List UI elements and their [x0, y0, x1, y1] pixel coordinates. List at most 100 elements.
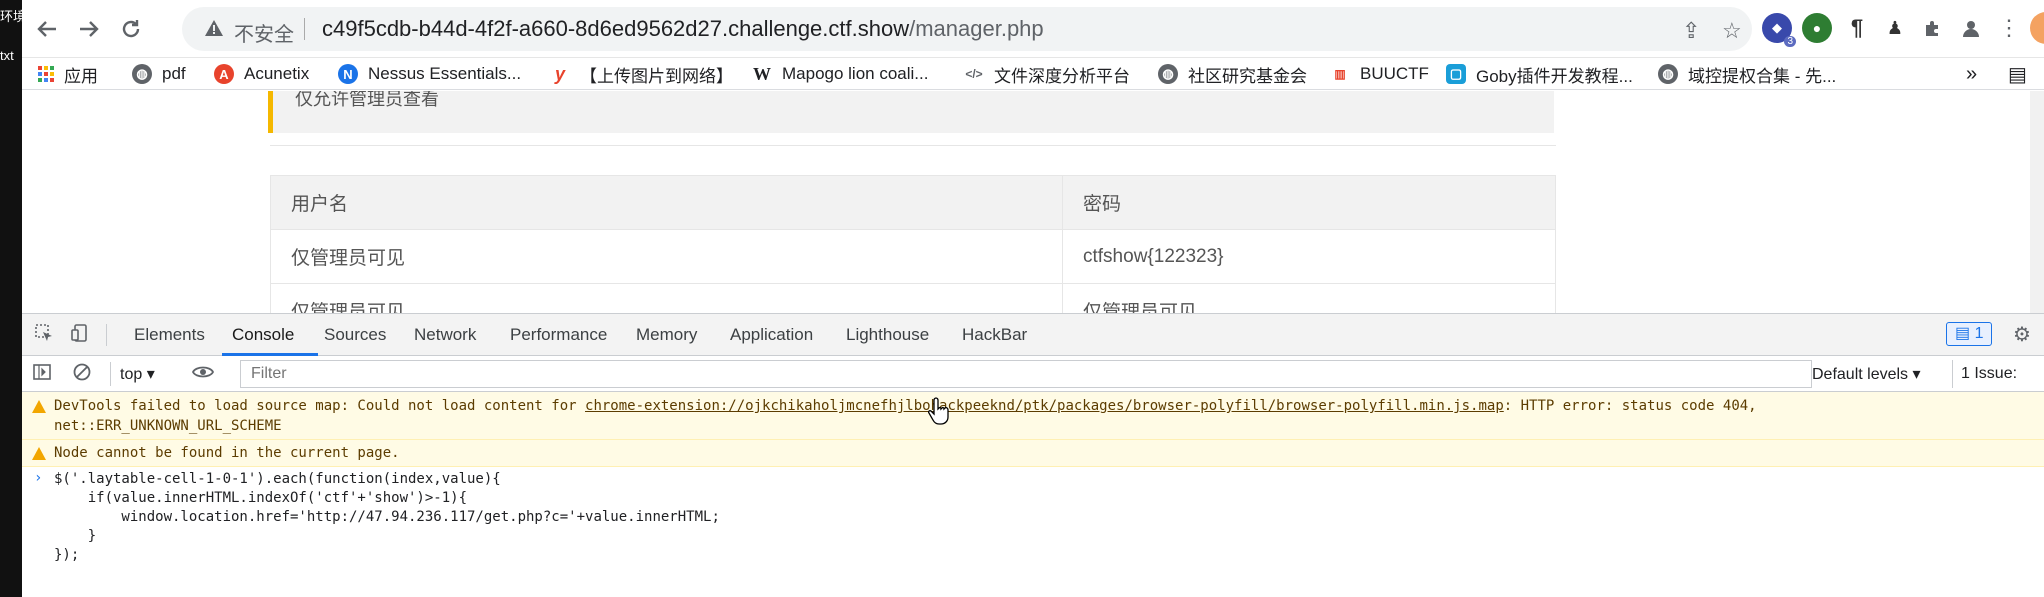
address-bar[interactable]: 不安全 c49f5cdb-b44d-4f2f-a660-8d6ed9562d27… — [182, 7, 1752, 51]
bookmark-item[interactable]: 应用 — [38, 62, 98, 86]
extension-icon[interactable]: ◆ 3 — [1762, 13, 1796, 47]
inspect-element-icon[interactable] — [32, 323, 56, 347]
url-host: c49f5cdb-b44d-4f2f-a660-8d6ed9562d27.cha… — [322, 16, 910, 41]
column-header: 密码 — [1062, 175, 1556, 230]
warning-text: : HTTP error: status code 404, — [1503, 398, 1757, 414]
security-label[interactable]: 不安全 — [234, 18, 294, 47]
share-icon[interactable]: ⇪ — [1682, 18, 1700, 44]
wikipedia-icon: W — [753, 63, 771, 84]
devtools-panel: Elements Console Sources Network Perform… — [22, 313, 2044, 597]
bookmark-item[interactable]: A Acunetix — [214, 62, 309, 86]
bookmark-label: 社区研究基金会 — [1188, 66, 1307, 86]
devtools-tab-bar: Elements Console Sources Network Perform… — [22, 314, 2044, 356]
tab-memory[interactable]: Memory — [636, 325, 697, 345]
page-scrollbar[interactable] — [2030, 91, 2044, 313]
settings-gear-icon[interactable]: ⚙ — [2010, 323, 2034, 347]
warning-text: DevTools failed to load source map: Coul… — [54, 398, 586, 414]
reload-button[interactable] — [114, 12, 148, 46]
notice-box: 仅允许管理员查看 — [268, 91, 1554, 133]
tab-network[interactable]: Network — [414, 325, 476, 345]
bookmark-item[interactable]: ▥ BUUCTF — [1330, 62, 1429, 86]
menu-icon[interactable]: ⋮ — [1994, 13, 2024, 43]
context-selector[interactable]: top ▾ — [120, 364, 155, 384]
clear-console-icon[interactable] — [72, 362, 92, 388]
arrow-right-icon — [80, 21, 99, 37]
reload-icon — [122, 20, 140, 38]
message-icon: ▤ — [1955, 325, 1971, 342]
source-map-link[interactable]: chrome-extension://ojkchikaholjmcnefhjlb… — [585, 398, 1504, 414]
tab-performance[interactable]: Performance — [510, 325, 607, 345]
bookmark-item[interactable]: N Nessus Essentials... — [338, 62, 521, 86]
browser-toolbar: 不安全 c49f5cdb-b44d-4f2f-a660-8d6ed9562d27… — [22, 0, 2044, 58]
bookmark-item[interactable]: y 【上传图片到网络】 — [550, 62, 733, 86]
toolbar-divider — [110, 362, 111, 386]
bookmarks-bar: 应用 ◍ pdf A Acunetix N Nessus Essentials... … — [22, 58, 2044, 90]
warning-text: net::ERR_UNKNOWN_URL_SCHEME — [54, 418, 282, 434]
tab-lighthouse[interactable]: Lighthouse — [846, 325, 929, 345]
globe-icon: ◍ — [1658, 64, 1678, 84]
more-bookmarks-icon[interactable]: » — [1966, 62, 1977, 86]
paragraph-extension-icon[interactable]: ¶ — [1842, 13, 1872, 43]
avatar[interactable] — [2030, 12, 2044, 44]
filter-input[interactable] — [241, 361, 1811, 387]
sidebar-toggle-icon[interactable] — [32, 362, 52, 388]
background-window-edge: 环境 txt — [0, 0, 26, 597]
bilibili-icon: ▢ — [1446, 64, 1466, 84]
log-levels-label: Default levels — [1812, 366, 1909, 383]
bookmark-label: Goby插件开发教程... — [1476, 66, 1633, 86]
warning-icon — [32, 400, 46, 413]
console-toolbar: top ▾ Default levels ▾ 1 Issue: — [22, 356, 2044, 392]
bookmark-item[interactable]: ◍ 社区研究基金会 — [1158, 62, 1307, 86]
back-button[interactable] — [30, 12, 64, 46]
issues-button[interactable]: 1 Issue: — [1952, 360, 2025, 388]
message-count: 1 — [1974, 325, 1984, 342]
reading-list-icon[interactable]: ▤ — [2008, 62, 2027, 86]
bookmark-label: Mapogo lion coali... — [782, 64, 929, 83]
extension-icon[interactable]: ● — [1802, 13, 1832, 43]
extension-icon[interactable]: ♟ — [1880, 13, 1910, 43]
tab-sources[interactable]: Sources — [324, 325, 386, 345]
background-window-text: txt — [0, 48, 14, 63]
apps-grid-icon — [38, 66, 54, 82]
credentials-table: 用户名 密码 仅管理员可见 ctfshow{122323} 仅管理员可见 仅管理… — [270, 175, 1556, 313]
device-toolbar-icon[interactable] — [68, 323, 92, 347]
messages-badge[interactable]: ▤ 1 — [1946, 322, 1993, 346]
puzzle-icon[interactable] — [1918, 13, 1948, 43]
nessus-icon: N — [338, 64, 358, 84]
tab-console[interactable]: Console — [232, 325, 294, 345]
bookmark-item[interactable]: </> 文件深度分析平台 — [964, 62, 1130, 86]
tab-elements[interactable]: Elements — [134, 325, 205, 345]
table-header-row: 用户名 密码 — [270, 175, 1556, 230]
prompt-chevron-icon: › — [34, 470, 43, 486]
buuctf-icon: ▥ — [1334, 67, 1346, 81]
bookmark-item[interactable]: ◍ 域控提权合集 - 先... — [1658, 62, 1836, 86]
bookmark-item[interactable]: W Mapogo lion coali... — [752, 62, 928, 86]
extension-badge: 3 — [1784, 36, 1796, 47]
content-divider — [270, 145, 1556, 146]
star-icon[interactable]: ☆ — [1722, 18, 1742, 44]
table-cell: 仅管理员可见 — [270, 283, 1063, 313]
console-code[interactable]: $('.laytable-cell-1-0-1').each(function(… — [54, 470, 720, 565]
warning-icon — [32, 447, 46, 460]
notice-text: 仅允许管理员查看 — [295, 91, 439, 109]
table-row: 仅管理员可见 ctfshow{122323} — [270, 229, 1556, 284]
bookmark-item[interactable]: ▢ Goby插件开发教程... — [1446, 62, 1633, 86]
warning-message: DevTools failed to load source map: Coul… — [54, 398, 1757, 414]
profile-avatar-icon[interactable] — [1956, 13, 1986, 43]
tab-application[interactable]: Application — [730, 325, 813, 345]
eye-icon[interactable] — [191, 362, 215, 388]
warning-message: Node cannot be found in the current page… — [54, 445, 400, 461]
console-warning: DevTools failed to load source map: Coul… — [22, 392, 2044, 440]
bookmark-label: 应用 — [64, 66, 98, 86]
table-cell: 仅管理员可见 — [1062, 283, 1556, 313]
table-row: 仅管理员可见 仅管理员可见 — [270, 283, 1556, 313]
warning-triangle-icon[interactable] — [204, 18, 224, 38]
url-text[interactable]: c49f5cdb-b44d-4f2f-a660-8d6ed9562d27.cha… — [322, 16, 1044, 42]
log-levels-dropdown[interactable]: Default levels ▾ — [1812, 364, 1921, 384]
bookmark-item[interactable]: ◍ pdf — [132, 62, 186, 86]
filter-input-box[interactable] — [240, 360, 1812, 388]
tab-hackbar[interactable]: HackBar — [962, 325, 1027, 345]
forward-button[interactable] — [72, 12, 106, 46]
globe-icon: ◍ — [132, 64, 152, 84]
code-icon: </> — [965, 67, 983, 81]
